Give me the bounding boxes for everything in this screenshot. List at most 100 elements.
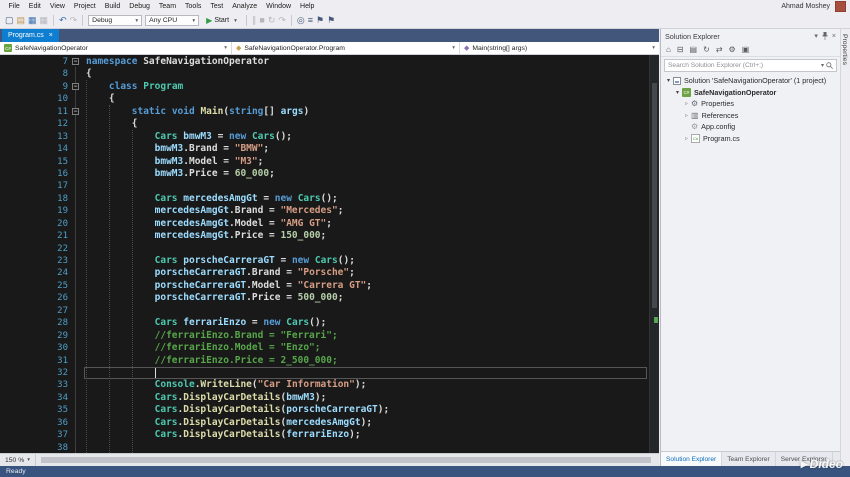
line-number[interactable]: 28	[0, 317, 68, 329]
open-file-icon[interactable]: ▤	[17, 16, 26, 25]
tree-item-solution-safenavigationoperator-1-project[interactable]: ▾ Solution 'SafeNavigationOperator' (1 pr…	[661, 75, 840, 87]
expander-open-icon[interactable]: ▾	[673, 89, 682, 96]
line-number[interactable]: 32	[0, 367, 68, 379]
chevron-down-icon[interactable]: ▾	[821, 62, 824, 69]
line-number[interactable]: 35	[0, 404, 68, 416]
close-icon[interactable]: ×	[832, 33, 836, 40]
menu-debug[interactable]: Debug	[125, 3, 155, 10]
collapse-all-icon[interactable]: ⊟	[677, 45, 684, 54]
code-surface[interactable]: 7− namespace SafeNavigationOperator 8{9− c…	[0, 55, 649, 453]
horizontal-scrollbar[interactable]	[36, 454, 659, 466]
solution-platforms-dropdown[interactable]: Any CPU ▾	[145, 15, 200, 26]
line-number[interactable]: 37	[0, 429, 68, 441]
find-in-files-icon[interactable]: ◎	[297, 16, 305, 25]
menu-project[interactable]: Project	[69, 3, 100, 10]
line-number[interactable]: 16	[0, 168, 68, 180]
properties-dock-tab[interactable]: Properties	[841, 34, 848, 65]
horizontal-scrollbar-thumb[interactable]	[41, 457, 651, 463]
tool-tab-solution-explorer[interactable]: Solution Explorer	[661, 452, 723, 466]
menu-team[interactable]: Team	[154, 3, 180, 10]
fold-collapse-box[interactable]: −	[72, 107, 79, 115]
tab-program-cs[interactable]: Program.cs ×	[2, 29, 59, 42]
line-number[interactable]: 30	[0, 342, 68, 354]
line-number[interactable]: 7	[0, 56, 68, 68]
line-number[interactable]: 38	[0, 442, 68, 453]
expander-closed-icon[interactable]: ▹	[682, 100, 691, 107]
line-number[interactable]: 13	[0, 131, 68, 143]
next-bookmark-icon[interactable]: ⚑	[327, 16, 335, 25]
line-number[interactable]: 33	[0, 379, 68, 391]
restart-icon[interactable]: ↻	[268, 16, 276, 25]
expander-open-icon[interactable]: ▾	[664, 77, 673, 84]
redo-icon[interactable]: ↷	[70, 16, 78, 25]
bookmark-icon[interactable]: ⚑	[316, 16, 324, 25]
save-icon[interactable]: ▦	[28, 16, 37, 25]
tree-item-safenavigationoperator[interactable]: ▾ C# SafeNavigationOperator	[661, 87, 840, 99]
properties-icon[interactable]: ⚙	[729, 45, 736, 54]
line-number[interactable]: 34	[0, 392, 68, 404]
menu-edit[interactable]: Edit	[24, 3, 45, 10]
expander-closed-icon[interactable]: ▹	[682, 135, 691, 142]
pin-icon[interactable]	[822, 32, 828, 40]
tree-item-references[interactable]: ▹ ▥ References	[661, 110, 840, 122]
break-all-icon[interactable]: ∥	[252, 16, 257, 25]
menu-window[interactable]: Window	[262, 3, 296, 10]
home-icon[interactable]: ⌂	[666, 45, 671, 54]
vertical-scrollbar-thumb[interactable]	[652, 83, 657, 308]
navbar-type-dropdown[interactable]: ◆ SafeNavigationOperator.Program ▾	[232, 42, 460, 54]
menu-test[interactable]: Test	[206, 3, 228, 10]
menu-help[interactable]: Help	[296, 3, 319, 10]
line-number[interactable]: 36	[0, 417, 68, 429]
tree-item-properties[interactable]: ▹ ⚙ Properties	[661, 98, 840, 110]
line-number[interactable]: 25	[0, 280, 68, 292]
signed-in-user-name[interactable]: Ahmad Moshey	[781, 3, 830, 10]
user-avatar[interactable]	[835, 1, 846, 12]
tree-item-program-cs[interactable]: ▹ C# Program.cs	[661, 133, 840, 145]
line-number[interactable]: 29	[0, 330, 68, 342]
sync-with-active-document-icon[interactable]: ⇄	[716, 45, 723, 54]
save-all-icon[interactable]: ▦	[40, 16, 49, 25]
code-editor[interactable]: 7− namespace SafeNavigationOperator 8{9− c…	[0, 55, 659, 453]
menu-tools[interactable]: Tools	[181, 3, 206, 10]
navbar-member-dropdown[interactable]: ◆ Main(string[] args) ▾	[460, 42, 659, 54]
refresh-icon[interactable]: ↻	[703, 45, 710, 54]
chevron-down-icon[interactable]: ▾	[814, 32, 818, 40]
line-number[interactable]: 10	[0, 93, 68, 105]
line-number[interactable]: 14	[0, 143, 68, 155]
line-number[interactable]: 31	[0, 355, 68, 367]
zoom-control[interactable]: 150 % ▾	[0, 454, 37, 466]
show-all-files-icon[interactable]: ▤	[690, 45, 698, 54]
comment-lines-icon[interactable]: ≡	[308, 16, 313, 25]
line-number[interactable]: 27	[0, 305, 68, 317]
menu-build[interactable]: Build	[100, 3, 125, 10]
line-number[interactable]: 22	[0, 243, 68, 255]
tab-close-icon[interactable]: ×	[49, 32, 53, 39]
line-number[interactable]: 21	[0, 230, 68, 242]
tool-tab-team-explorer[interactable]: Team Explorer	[722, 452, 776, 466]
preview-selected-items-icon[interactable]: ▣	[742, 45, 750, 54]
line-number[interactable]: 23	[0, 255, 68, 267]
new-project-icon[interactable]: ▢	[5, 16, 14, 25]
start-debugging-button[interactable]: ▶ Start ▾	[202, 15, 241, 27]
fold-collapse-box[interactable]: −	[72, 82, 79, 90]
line-number[interactable]: 9	[0, 81, 68, 93]
undo-icon[interactable]: ↶	[59, 16, 67, 25]
solution-configurations-dropdown[interactable]: Debug ▾	[88, 15, 143, 26]
line-number[interactable]: 26	[0, 292, 68, 304]
line-number[interactable]: 20	[0, 218, 68, 230]
fold-collapse-box[interactable]: −	[72, 58, 79, 65]
navbar-project-dropdown[interactable]: C# SafeNavigationOperator ▾	[0, 42, 232, 54]
line-number[interactable]: 17	[0, 180, 68, 192]
menu-view[interactable]: View	[45, 3, 69, 10]
vertical-scrollbar[interactable]	[649, 55, 659, 453]
menu-file[interactable]: File	[4, 3, 24, 10]
line-number[interactable]: 8	[0, 68, 68, 80]
stop-icon[interactable]: ■	[259, 16, 264, 25]
search-solution-explorer-input[interactable]: Search Solution Explorer (Ctrl+;) ▾	[664, 59, 837, 72]
tree-item-app-config[interactable]: ⚙ App.config	[661, 121, 840, 133]
line-number[interactable]: 18	[0, 193, 68, 205]
line-number[interactable]: 15	[0, 156, 68, 168]
line-number[interactable]: 12	[0, 118, 68, 130]
line-number[interactable]: 24	[0, 267, 68, 279]
line-number[interactable]: 19	[0, 205, 68, 217]
